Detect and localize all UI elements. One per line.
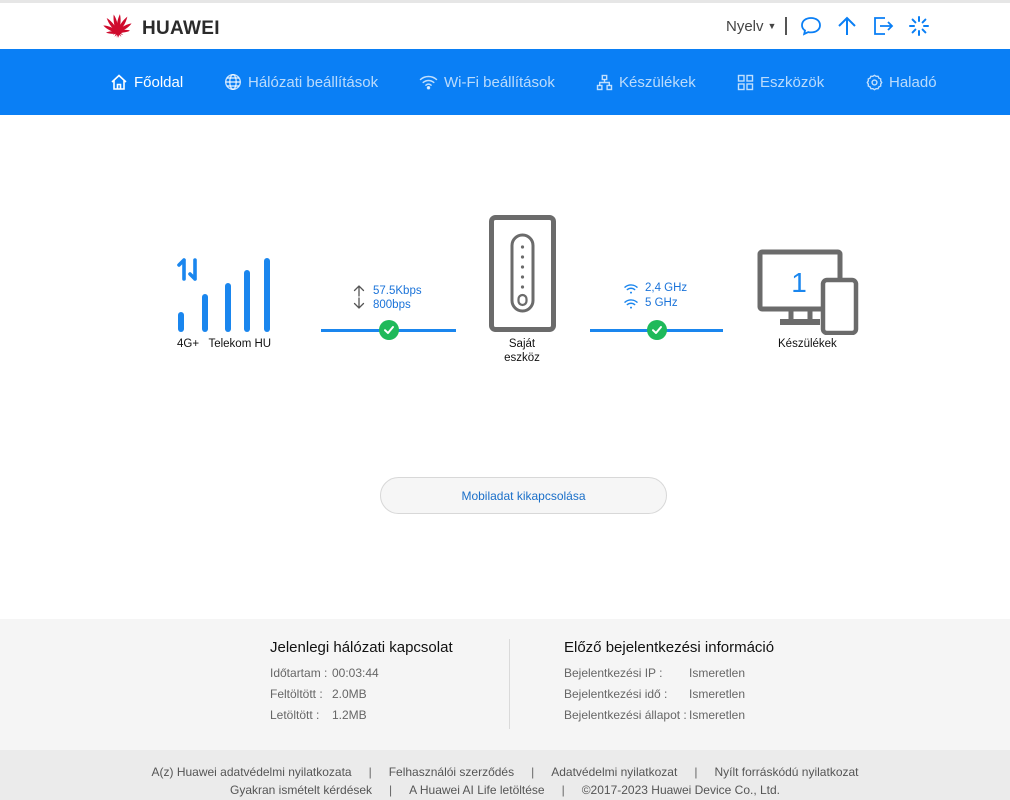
tools-icon — [737, 74, 754, 90]
home-icon — [111, 74, 127, 90]
nav-label-devices: Készülékek — [619, 73, 696, 91]
footer-separator: | — [561, 783, 565, 797]
gear-icon — [866, 73, 883, 91]
nav-label-home: Főoldal — [134, 73, 184, 91]
router-icon[interactable] — [489, 215, 556, 337]
nav-item-tools[interactable]: Eszközök — [737, 49, 824, 115]
nav-item-network-settings[interactable]: Hálózati beállítások — [224, 49, 378, 115]
header-actions: Nyelv ▼ — [726, 13, 943, 39]
wifi-band-24: 2,4 GHz — [645, 282, 688, 294]
header: HUAWEI Nyelv ▼ — [0, 3, 1010, 48]
nav-item-devices[interactable]: Készülékek — [596, 49, 696, 115]
last-login-title: Előző bejelentkezési információ — [564, 639, 775, 656]
nav-label-tools: Eszközök — [760, 73, 825, 91]
download-speed: 800bps — [373, 299, 411, 311]
wifi-5-icon — [624, 297, 638, 315]
info-key: Bejelentkezési IP : — [564, 665, 663, 680]
huawei-flower-icon — [100, 12, 136, 45]
current-connection-title: Jelenlegi hálózati kapcsolat — [270, 639, 453, 656]
signal-strength-icon[interactable] — [176, 257, 274, 338]
nav-item-wifi-settings[interactable]: Wi-Fi beállítások — [419, 49, 555, 115]
info-row: Bejelentkezési állapot : Ismeretlen — [564, 704, 774, 725]
info-value: 1.2MB — [332, 707, 367, 722]
header-divider — [785, 17, 788, 35]
footer-link-faq[interactable]: Gyakran ismételt kérdések — [230, 783, 372, 797]
footer-link-open-source[interactable]: Nyílt forráskódú nyilatkozat — [714, 765, 858, 779]
globe-icon — [224, 73, 242, 91]
status-panel: 4G+ Telekom HU 57.5Kbps 800bps Saját esz… — [0, 115, 1010, 619]
nav-item-home[interactable]: Főoldal — [110, 49, 183, 115]
nav-label-network-settings: Hálózati beállítások — [248, 73, 379, 91]
info-value: Ismeretlen — [689, 686, 746, 701]
language-selector[interactable]: Nyelv ▼ — [726, 18, 776, 35]
info-value: 00:03:44 — [332, 665, 379, 680]
info-row: Letöltött : 1.2MB — [270, 704, 453, 725]
data-arrows-icon — [177, 258, 197, 281]
info-divider — [509, 639, 510, 729]
network-info: 4G+ Telekom HU — [177, 338, 271, 350]
nav-label-wifi-settings: Wi-Fi beállítások — [444, 73, 555, 91]
main-nav: Főoldal Hálózati beállítások Wi-Fi beáll… — [0, 49, 1010, 115]
connection-info-panel: Jelenlegi hálózati kapcsolat Időtartam :… — [0, 619, 1010, 750]
nav-label-advanced: Haladó — [889, 73, 937, 91]
wifi-icon — [419, 75, 438, 90]
operator-name: Telekom HU — [208, 338, 272, 350]
info-row: Időtartam : 00:03:44 — [270, 662, 453, 683]
footer-link-ai-life-download[interactable]: A Huawei AI Life letöltése — [409, 783, 544, 797]
info-row: Bejelentkezési IP : Ismeretlen — [564, 662, 774, 683]
nav-item-advanced[interactable]: Haladó — [866, 49, 937, 115]
device-count: 1 — [791, 267, 807, 298]
info-key: Időtartam : — [270, 665, 328, 680]
info-key: Bejelentkezési állapot : — [564, 707, 687, 722]
huawei-logo[interactable]: HUAWEI — [100, 12, 220, 45]
footer-link-huawei-privacy[interactable]: A(z) Huawei adatvédelmi nyilatkozata — [151, 765, 351, 779]
footer-link-user-agreement[interactable]: Felhasználói szerződés — [389, 765, 514, 779]
devices-label: Készülékek — [778, 338, 837, 350]
footer: A(z) Huawei adatvédelmi nyilatkozata | F… — [0, 750, 1010, 800]
footer-separator: | — [368, 765, 372, 779]
router-label: Saját eszköz — [482, 337, 562, 365]
upload-icon[interactable] — [835, 14, 859, 38]
language-label: Nyelv — [726, 17, 764, 35]
wifi-band-5: 5 GHz — [645, 297, 678, 309]
info-key: Letöltött : — [270, 707, 320, 722]
mobile-data-off-button[interactable]: Mobiladat kikapcsolása — [380, 477, 667, 514]
info-key: Feltöltött : — [270, 686, 323, 701]
footer-link-privacy-statement[interactable]: Adatvédelmi nyilatkozat — [551, 765, 677, 779]
lan-ok-check-icon — [647, 320, 667, 340]
traffic-arrows-icon — [352, 285, 366, 314]
wan-ok-check-icon — [379, 320, 399, 340]
info-row: Bejelentkezési idő : Ismeretlen — [564, 683, 774, 704]
footer-separator: | — [694, 765, 698, 779]
upload-speed: 57.5Kbps — [373, 285, 422, 297]
devices-icon — [596, 74, 613, 90]
router-label-line2: eszköz — [504, 352, 540, 364]
loading-icon[interactable] — [907, 14, 931, 38]
info-value: Ismeretlen — [689, 665, 746, 680]
footer-links-row2: Gyakran ismételt kérdések | A Huawei AI … — [0, 783, 1010, 797]
info-value: Ismeretlen — [689, 707, 746, 722]
chat-icon[interactable] — [799, 14, 823, 38]
info-value: 2.0MB — [332, 686, 367, 701]
info-row: Feltöltött : 2.0MB — [270, 683, 453, 704]
footer-separator: | — [389, 783, 393, 797]
info-key: Bejelentkezési idő : — [564, 686, 668, 701]
footer-links-row1: A(z) Huawei adatvédelmi nyilatkozata | F… — [0, 765, 1010, 779]
network-type: 4G+ — [177, 338, 200, 350]
current-connection-section: Jelenlegi hálózati kapcsolat Időtartam :… — [270, 639, 453, 725]
last-login-section: Előző bejelentkezési információ Bejelent… — [564, 639, 774, 725]
logout-icon[interactable] — [871, 14, 895, 38]
router-label-line1: Saját — [508, 338, 536, 350]
brand-name: HUAWEI — [142, 17, 220, 39]
footer-separator: | — [531, 765, 535, 779]
caret-down-icon: ▼ — [767, 21, 777, 31]
copyright: ©2017-2023 Huawei Device Co., Ltd. — [581, 783, 781, 797]
